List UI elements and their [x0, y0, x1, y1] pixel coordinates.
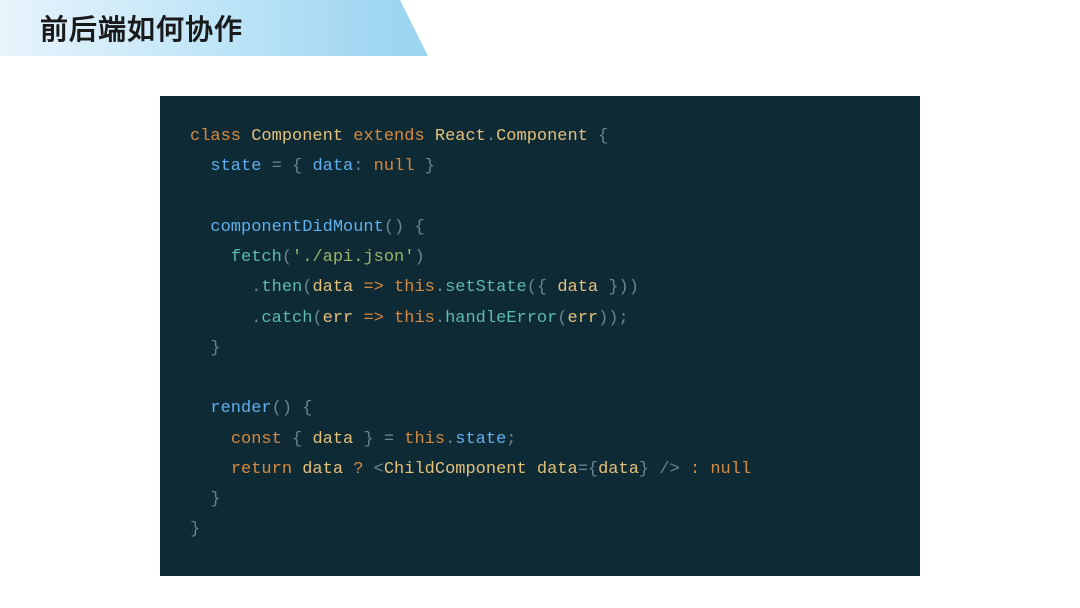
- code-line-11: const { data } = this.state;: [190, 425, 890, 455]
- code-line-2: state = { data: null }: [190, 152, 890, 182]
- code-line-7: .catch(err => this.handleError(err));: [190, 304, 890, 334]
- code-line-3: [190, 183, 890, 213]
- code-block: class Component extends React.Component …: [160, 96, 920, 576]
- code-line-4: componentDidMount() {: [190, 213, 890, 243]
- slide-title: 前后端如何协作: [40, 8, 243, 48]
- code-line-1: class Component extends React.Component …: [190, 122, 890, 152]
- code-line-9: [190, 364, 890, 394]
- code-line-10: render() {: [190, 394, 890, 424]
- code-line-14: }: [190, 515, 890, 545]
- slide-header-band: 前后端如何协作: [0, 0, 400, 56]
- code-line-13: }: [190, 485, 890, 515]
- code-line-6: .then(data => this.setState({ data })): [190, 273, 890, 303]
- code-line-5: fetch('./api.json'): [190, 243, 890, 273]
- code-line-8: }: [190, 334, 890, 364]
- code-line-12: return data ? <ChildComponent data={data…: [190, 455, 890, 485]
